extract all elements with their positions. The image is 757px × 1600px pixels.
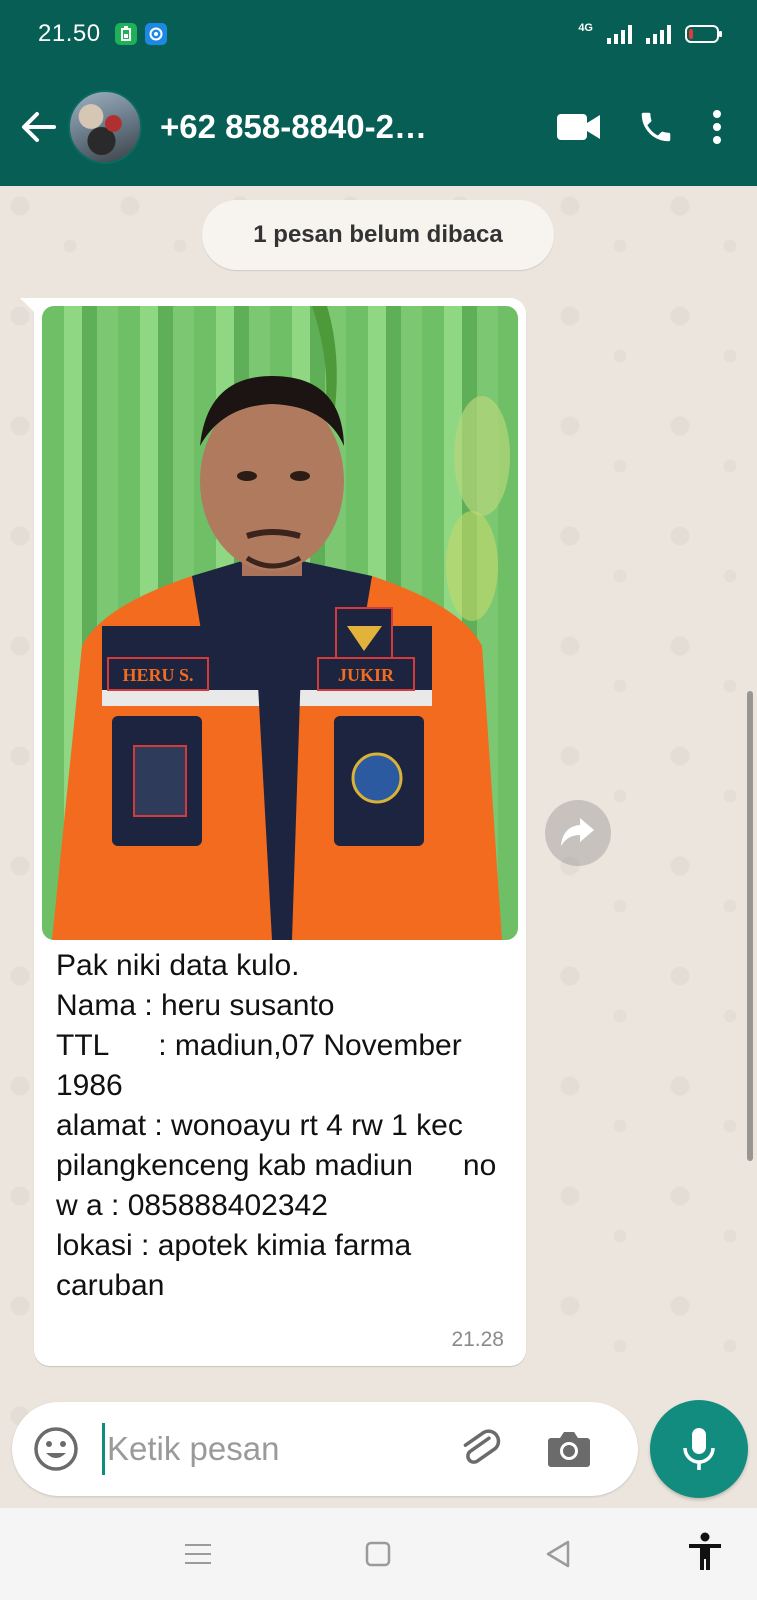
battery-icon (685, 25, 722, 43)
battery-level (689, 29, 693, 39)
system-nav-bar (0, 1508, 757, 1600)
person-photo-illustration: HERU S. JUKIR (52, 306, 510, 940)
more-options-button[interactable] (711, 109, 723, 145)
battery-saver-icon (114, 23, 137, 45)
accessibility-icon (689, 1532, 721, 1570)
back-button[interactable] (10, 99, 66, 155)
forward-icon (561, 818, 594, 846)
emoji-icon (34, 1427, 78, 1471)
status-indicators: 4G (578, 22, 722, 44)
phone-icon (641, 112, 671, 142)
chat-header: +62 858-8840-2… (0, 68, 757, 186)
signal-icon-2 (646, 24, 671, 44)
forward-button[interactable] (545, 800, 611, 866)
attach-button[interactable] (451, 1419, 511, 1479)
home-square-icon (365, 1541, 391, 1567)
accessibility-button[interactable] (680, 1527, 730, 1577)
name-patch-text: HERU S. (122, 665, 193, 685)
network-type: 4G (578, 22, 593, 34)
more-vert-icon (713, 110, 721, 144)
voice-call-button[interactable] (637, 108, 675, 146)
camera-button[interactable] (539, 1419, 599, 1479)
camera-icon (548, 1432, 590, 1467)
message-photo[interactable]: HERU S. JUKIR (42, 306, 518, 940)
paperclip-icon (463, 1429, 501, 1464)
message-composer (12, 1402, 638, 1496)
message-time: 21.28 (451, 1328, 504, 1351)
message-input[interactable] (107, 1419, 447, 1479)
video-call-button[interactable] (557, 113, 601, 141)
back-arrow-icon (22, 112, 56, 142)
status-bar: 21.50 4G (0, 0, 757, 68)
unread-notice: 1 pesan belum dibaca (202, 200, 554, 270)
role-patch-text: JUKIR (338, 665, 395, 685)
contact-name[interactable]: +62 858-8840-2… (160, 108, 470, 146)
microphone-icon (683, 1428, 715, 1470)
emoji-button[interactable] (32, 1425, 80, 1473)
video-call-icon (557, 114, 600, 140)
nav-back-button[interactable] (533, 1529, 583, 1579)
app-notification-icon (144, 23, 167, 45)
menu-icon (185, 1544, 211, 1564)
voice-message-button[interactable] (650, 1400, 748, 1498)
nav-menu-button[interactable] (173, 1529, 223, 1579)
signal-icon (607, 24, 632, 44)
scrollbar-thumb[interactable] (747, 691, 753, 1161)
status-time: 21.50 (38, 20, 101, 47)
contact-avatar[interactable] (68, 90, 142, 164)
bubble-tail (20, 298, 38, 316)
text-cursor (102, 1423, 105, 1475)
message-text: Pak niki data kulo. Nama : heru susanto … (56, 949, 497, 1302)
nav-home-button[interactable] (353, 1529, 403, 1579)
back-triangle-icon (546, 1540, 570, 1568)
chat-area[interactable]: 1 pesan belum dibaca HERU S. JUKIR Pak n… (0, 186, 757, 1508)
message-bubble[interactable]: HERU S. JUKIR Pak niki data kulo. Nama :… (20, 298, 526, 1366)
